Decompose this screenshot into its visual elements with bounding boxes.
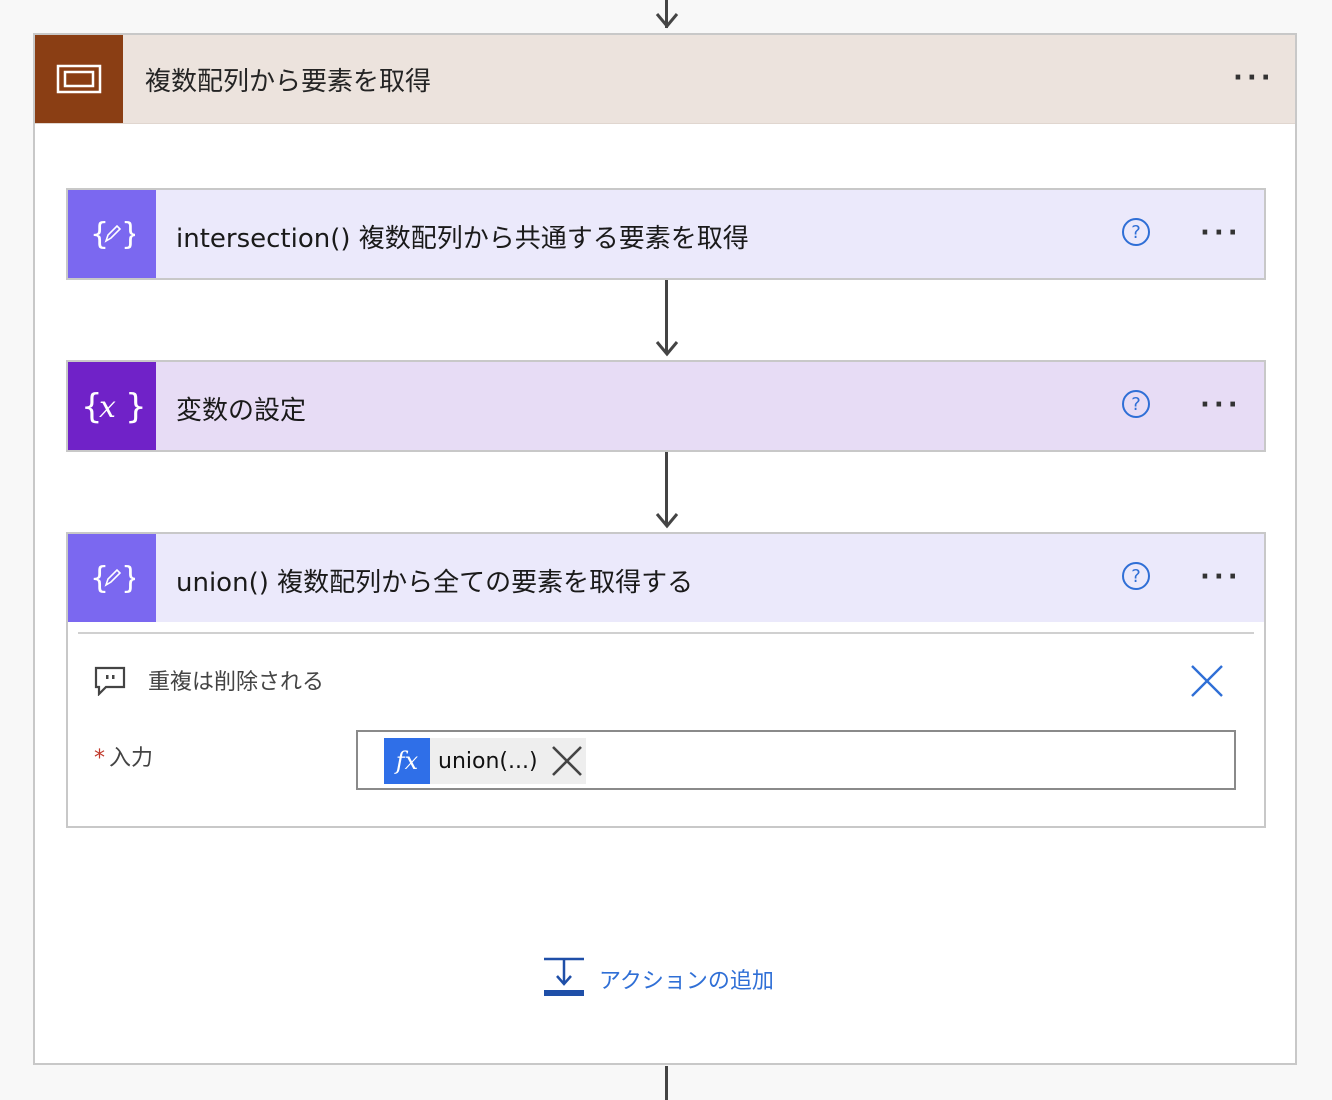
svg-text:{: {: [90, 561, 109, 596]
token-label: union(...): [438, 748, 538, 774]
comment-icon: [94, 666, 126, 700]
help-icon[interactable]: ?: [1122, 562, 1150, 590]
remove-token-icon[interactable]: [550, 744, 584, 778]
svg-text:}: }: [121, 561, 135, 596]
scope-title: 複数配列から要素を取得: [145, 67, 432, 97]
action-header[interactable]: { x } 変数の設定 ? ···: [68, 362, 1264, 450]
divider: [78, 632, 1254, 634]
compose-icon: { }: [68, 190, 156, 278]
svg-text:}: }: [125, 387, 145, 427]
variable-icon: { x }: [68, 362, 156, 450]
help-icon[interactable]: ?: [1122, 390, 1150, 418]
scope-header[interactable]: 複数配列から要素を取得 ···: [35, 35, 1295, 124]
action-header[interactable]: { } union() 複数配列から全ての要素を取得する ? ···: [68, 534, 1264, 622]
more-options-icon[interactable]: ···: [1200, 392, 1242, 418]
connector-line-bottom: [665, 1066, 668, 1100]
action-card-union: { } union() 複数配列から全ての要素を取得する ? ··· 重複は削除…: [66, 532, 1266, 828]
arrow-down-icon: [655, 8, 679, 30]
more-options-icon[interactable]: ···: [1233, 65, 1275, 91]
compose-icon: { }: [68, 534, 156, 622]
add-action-button[interactable]: アクションの追加: [543, 957, 774, 1001]
action-card-intersection: { } intersection() 複数配列から共通する要素を取得 ? ···: [66, 188, 1266, 280]
action-header[interactable]: { } intersection() 複数配列から共通する要素を取得 ? ···: [68, 190, 1264, 278]
comment-text: 重複は削除される: [148, 670, 325, 695]
action-title: 変数の設定: [176, 396, 307, 426]
input-field-label: * 入力: [94, 740, 153, 772]
input-label-text: 入力: [109, 746, 154, 771]
more-options-icon[interactable]: ···: [1200, 564, 1242, 590]
add-action-icon: [543, 956, 585, 1002]
arrow-down-icon: [655, 508, 679, 530]
action-body: 重複は削除される * 入力 fx union(...): [68, 622, 1264, 826]
action-title: union() 複数配列から全ての要素を取得する: [176, 568, 694, 598]
svg-text:x: x: [99, 390, 116, 425]
arrow-down-icon: [655, 336, 679, 358]
svg-text:}: }: [121, 217, 135, 252]
help-icon[interactable]: ?: [1122, 218, 1150, 246]
action-card-set-variable: { x } 変数の設定 ? ···: [66, 360, 1266, 452]
close-comment-icon[interactable]: [1190, 664, 1224, 702]
svg-text:{: {: [90, 217, 109, 252]
add-action-label: アクションの追加: [599, 969, 774, 994]
action-title: intersection() 複数配列から共通する要素を取得: [176, 224, 749, 254]
required-mark: *: [94, 746, 105, 771]
more-options-icon[interactable]: ···: [1200, 220, 1242, 246]
expression-token[interactable]: fx union(...): [384, 738, 586, 784]
input-field[interactable]: fx union(...): [356, 730, 1236, 790]
scope-icon: [35, 35, 123, 123]
fx-icon: fx: [384, 738, 430, 784]
